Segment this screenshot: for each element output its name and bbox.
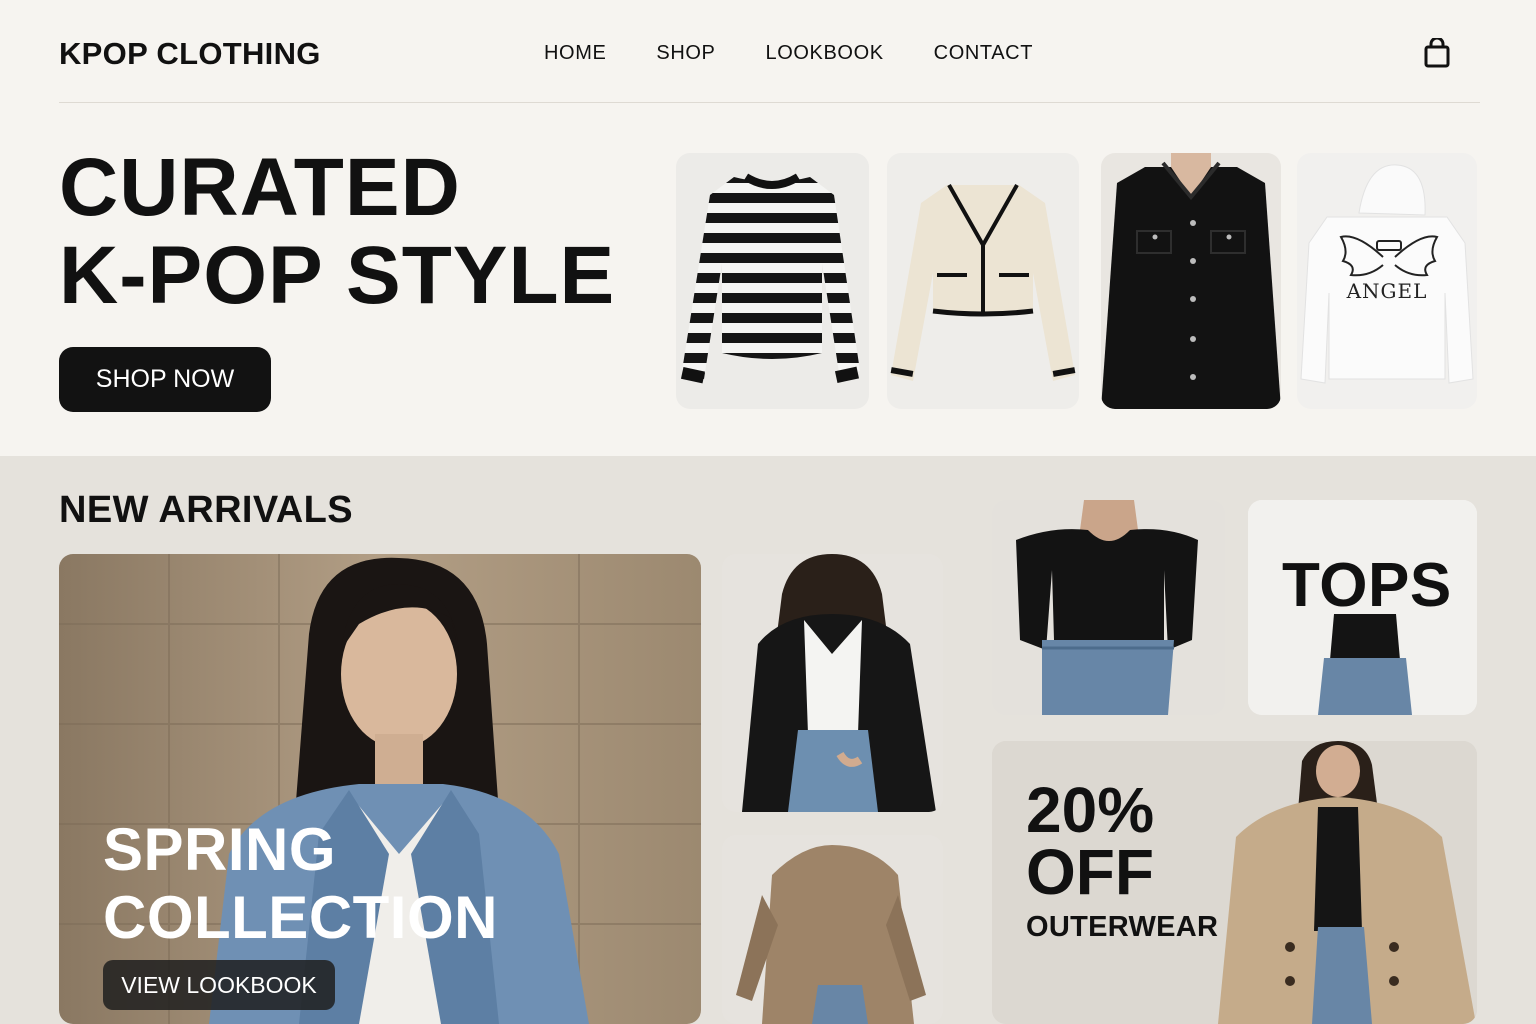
product-thumb-black-shirt-jacket[interactable]	[1101, 153, 1281, 409]
spring-title-line1: SPRING	[103, 816, 337, 883]
nav-contact[interactable]: CONTACT	[934, 42, 1033, 65]
view-lookbook-button[interactable]: VIEW LOOKBOOK	[103, 960, 335, 1010]
hero-section: CURATED K-POP STYLE SHOP NOW ANGEL	[0, 104, 1536, 456]
section-title: NEW ARRIVALS	[59, 489, 354, 531]
beige-cardigan-photo	[722, 835, 943, 1024]
spring-title-line2: COLLECTION	[103, 884, 498, 951]
hoodie-print-text: ANGEL	[1346, 279, 1428, 303]
spring-collection-card[interactable]: SPRING COLLECTION VIEW LOOKBOOK	[59, 554, 701, 1024]
black-top-photo	[992, 500, 1225, 715]
brand-logo[interactable]: KPOP CLOTHING	[59, 36, 321, 72]
category-card-tops[interactable]: TOPS	[1248, 500, 1477, 715]
black-overshirt-photo	[722, 554, 943, 812]
product-thumb-white-hoodie[interactable]: ANGEL	[1297, 153, 1477, 409]
promo-line2: OFF	[1026, 836, 1154, 908]
site-header: KPOP CLOTHING HOME SHOP LOOKBOOK CONTACT	[0, 0, 1536, 104]
striped-sweater-image	[676, 153, 869, 409]
product-card-beige-cardigan[interactable]	[722, 835, 943, 1024]
page: KPOP CLOTHING HOME SHOP LOOKBOOK CONTACT…	[0, 0, 1536, 1024]
product-thumb-cream-cardigan[interactable]	[887, 153, 1079, 409]
product-card-black-overshirt[interactable]	[722, 554, 943, 812]
nav-lookbook[interactable]: LOOKBOOK	[766, 42, 884, 65]
tops-category-label: TOPS	[1282, 551, 1452, 620]
shop-now-button[interactable]: SHOP NOW	[59, 347, 271, 412]
promo-card-outerwear[interactable]: 20% OFF OUTERWEAR	[992, 741, 1477, 1024]
product-card-black-top[interactable]	[992, 500, 1225, 715]
black-shirt-jacket-image	[1101, 153, 1281, 409]
promo-discount: 20% OFF	[1026, 778, 1154, 904]
nav-shop[interactable]: SHOP	[656, 42, 715, 65]
product-thumb-striped-sweater[interactable]	[676, 153, 869, 409]
hero-title-line1: CURATED	[59, 142, 461, 233]
cream-cardigan-image	[887, 153, 1079, 409]
hero-title-line2: K-POP STYLE	[59, 230, 616, 321]
spring-collection-photo	[59, 554, 701, 1024]
new-arrivals-section: NEW ARRIVALS SPRING COLLECTION VIEW LOOK…	[0, 456, 1536, 1024]
nav-home[interactable]: HOME	[544, 42, 606, 65]
shopping-bag-icon[interactable]	[1423, 36, 1451, 68]
promo-category: OUTERWEAR	[1026, 911, 1219, 943]
header-divider	[59, 102, 1480, 103]
spring-collection-title: SPRING COLLECTION	[103, 816, 498, 952]
hero-title: CURATED K-POP STYLE	[59, 144, 615, 320]
main-nav: HOME SHOP LOOKBOOK CONTACT	[544, 42, 1033, 65]
